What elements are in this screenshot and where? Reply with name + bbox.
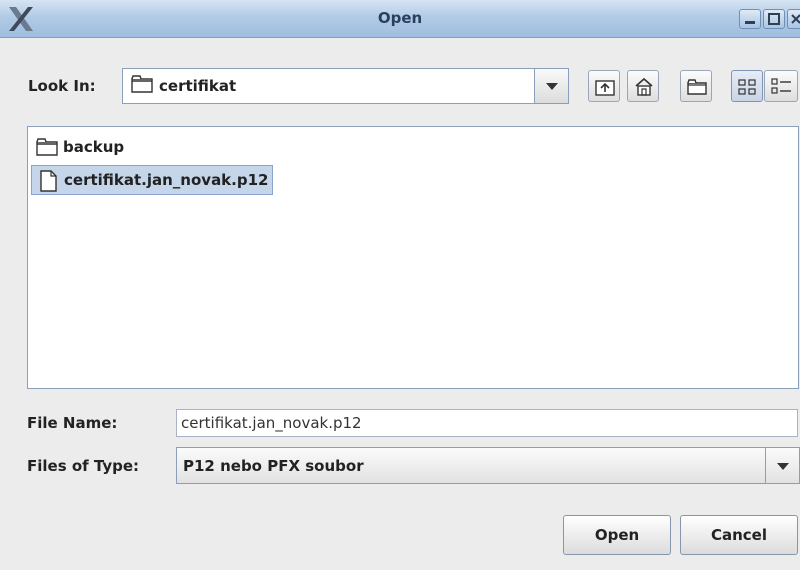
look-in-label: Look In: [28, 77, 96, 95]
file-name-label-text: File Name: [27, 414, 118, 432]
folder-icon [131, 75, 153, 97]
list-item-label: certifikat.jan_novak.p12 [64, 171, 269, 189]
file-type-field[interactable]: P12 nebo PFX soubor [177, 448, 765, 483]
new-folder-button[interactable] [680, 70, 712, 102]
list-item[interactable]: backup [31, 132, 128, 162]
file-type-value: P12 nebo PFX soubor [183, 456, 364, 475]
look-in-dropdown-button[interactable] [534, 69, 568, 103]
maximize-button[interactable] [763, 9, 785, 29]
chevron-down-icon [766, 463, 800, 487]
home-button[interactable] [627, 70, 659, 102]
file-list[interactable]: backup certifikat.jan_novak.p12 [27, 126, 799, 389]
list-item-selected[interactable]: certifikat.jan_novak.p12 [31, 165, 274, 195]
look-in-value: certifikat [159, 77, 237, 95]
file-icon [36, 169, 60, 192]
title-bar[interactable]: Open [0, 0, 800, 38]
close-button[interactable] [787, 9, 800, 29]
open-button[interactable]: Open [563, 515, 671, 555]
close-icon [788, 10, 800, 28]
look-in-label-text: Look In: [28, 77, 96, 95]
file-type-combo[interactable]: P12 nebo PFX soubor [176, 447, 800, 484]
look-in-field[interactable]: certifikat [123, 69, 535, 103]
file-name-input[interactable] [176, 409, 798, 437]
cancel-button[interactable]: Cancel [680, 515, 798, 555]
file-name-label: File Name: [27, 414, 117, 432]
look-in-combo[interactable]: certifikat [122, 68, 569, 104]
details-view-button[interactable] [764, 70, 798, 102]
minimize-button[interactable] [739, 9, 761, 29]
list-item-label: backup [63, 138, 125, 156]
folder-icon [35, 136, 59, 158]
minimize-icon [740, 10, 760, 28]
maximize-icon [764, 10, 784, 28]
file-type-dropdown-button[interactable] [765, 448, 799, 483]
chevron-down-icon [535, 83, 569, 107]
file-type-label: Files of Type: [27, 457, 139, 475]
window-title: Open [377, 9, 423, 27]
file-type-label-text: Files of Type: [27, 457, 140, 475]
list-view-button[interactable] [731, 70, 763, 102]
up-one-level-button[interactable] [588, 70, 620, 102]
